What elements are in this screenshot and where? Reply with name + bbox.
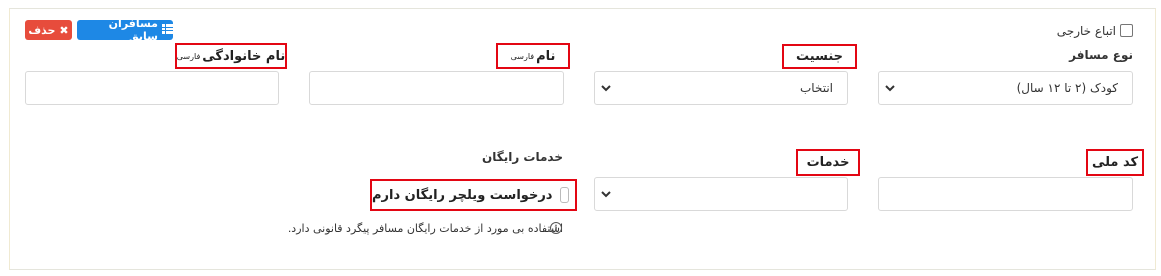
close-icon: ✖ <box>59 23 69 37</box>
foreign-nationals-label: اتباع خارجی <box>1056 24 1116 38</box>
info-icon: i <box>550 222 562 234</box>
free-wheelchair-checkbox[interactable] <box>560 187 569 203</box>
delete-button[interactable]: ✖ حذف <box>25 20 72 40</box>
foreign-nationals-checkbox[interactable] <box>1120 24 1133 37</box>
previous-passengers-button[interactable]: مسافران سابق <box>77 17 173 43</box>
free-wheelchair-label: درخواست ویلچر رایگان دارم <box>372 187 553 203</box>
first-name-label-superscript: فارسی <box>510 51 535 61</box>
delete-button-label: حذف <box>28 23 56 37</box>
gender-label: جنسیت <box>782 44 857 69</box>
free-services-label: خدمات رایگان <box>481 150 563 164</box>
gender-value: انتخاب <box>800 81 833 95</box>
free-services-note: استفاده بی مورد از خدمات رایگان مسافر پی… <box>287 222 563 235</box>
national-code-input[interactable] <box>878 177 1133 211</box>
passenger-type-value: کودک (۲ تا ۱۲ سال) <box>1016 81 1118 95</box>
last-name-label: نام خانوادگی فارسی <box>175 43 287 69</box>
first-name-label: نام فارسی <box>496 43 570 69</box>
first-name-input[interactable] <box>309 71 564 105</box>
gender-label-text: جنسیت <box>796 49 843 64</box>
gender-select[interactable]: انتخاب <box>594 71 848 105</box>
previous-passengers-label: مسافران سابق <box>108 17 158 43</box>
last-name-label-text: نام خانوادگی <box>202 48 286 64</box>
services-label-text: خدمات <box>806 155 850 170</box>
national-code-label: کد ملی <box>1086 149 1144 176</box>
table-icon <box>162 23 173 37</box>
chevron-down-icon <box>601 191 611 198</box>
free-wheelchair-option[interactable]: درخواست ویلچر رایگان دارم <box>370 179 577 211</box>
services-label: خدمات <box>796 149 860 176</box>
chevron-down-icon <box>885 85 895 92</box>
last-name-input[interactable] <box>25 71 279 105</box>
passenger-type-select[interactable]: کودک (۲ تا ۱۲ سال) <box>878 71 1133 105</box>
last-name-label-superscript: فارسی <box>176 51 201 61</box>
first-name-label-text: نام <box>536 48 556 64</box>
services-select[interactable] <box>594 177 848 211</box>
chevron-down-icon <box>601 85 611 92</box>
passenger-type-label: نوع مسافر <box>1069 48 1133 62</box>
national-code-label-text: کد ملی <box>1091 155 1139 170</box>
